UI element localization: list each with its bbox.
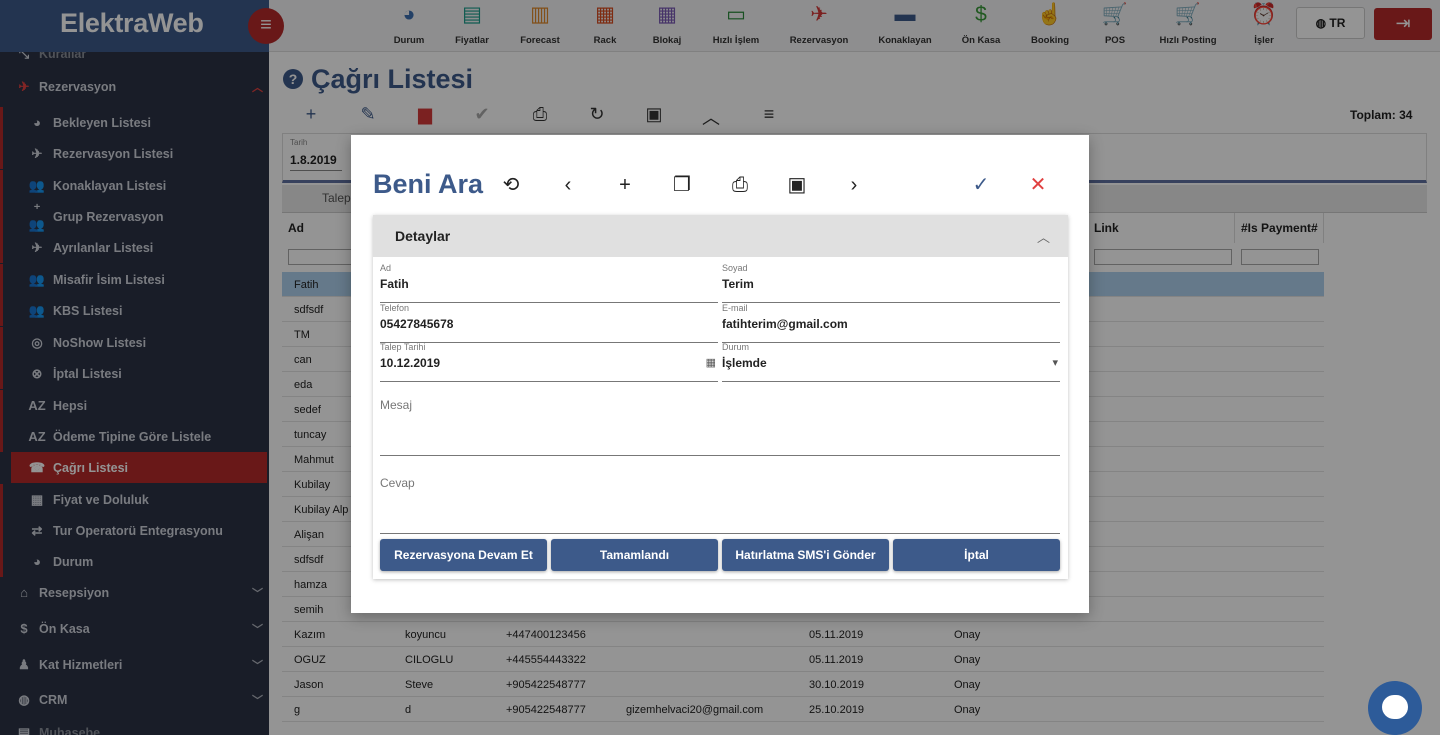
call-request-dialog: Beni Ara ⟲ ‹ + ❐ ⎙ ▣ › ✓ ✕ Detaylar ︿ Ad F… xyxy=(351,135,1089,613)
ad-field[interactable]: Ad Fatih xyxy=(380,263,718,303)
chevron-left-icon[interactable]: ‹ xyxy=(554,173,582,197)
mesaj-textarea[interactable]: Mesaj xyxy=(380,394,1060,456)
confirm-icon[interactable]: ✓ xyxy=(967,173,995,197)
continue-reservation-button[interactable]: Rezervasyona Devam Et xyxy=(380,539,547,571)
telefon-field[interactable]: Telefon 05427845678 xyxy=(380,303,718,343)
print-icon[interactable]: ⎙ xyxy=(726,173,754,197)
talep-tarihi-field[interactable]: Talep Tarihi 10.12.2019 ▦ xyxy=(380,342,718,382)
chat-bubble-icon xyxy=(1382,695,1408,719)
soyad-field[interactable]: Soyad Terim xyxy=(722,263,1060,303)
durum-select[interactable]: Durum İşlemde ▾ xyxy=(722,342,1060,382)
complete-button[interactable]: Tamamlandı xyxy=(551,539,718,571)
calendar-icon[interactable]: ▦ xyxy=(706,356,716,369)
send-sms-reminder-button[interactable]: Hatırlatma SMS'i Gönder xyxy=(722,539,889,571)
close-icon[interactable]: ✕ xyxy=(1024,173,1052,197)
save-icon[interactable]: ▣ xyxy=(783,173,811,197)
history-icon[interactable]: ⟲ xyxy=(497,173,525,197)
cevap-textarea[interactable]: Cevap xyxy=(380,472,1060,534)
dialog-title: Beni Ara xyxy=(373,169,484,199)
details-panel: Detaylar ︿ Ad Fatih Soyad Terim Telefon 0542… xyxy=(373,215,1068,579)
chat-button[interactable] xyxy=(1368,681,1422,735)
dropdown-arrow-icon: ▾ xyxy=(1052,357,1058,369)
chevron-up-icon[interactable]: ︿ xyxy=(1037,227,1050,246)
chevron-right-icon[interactable]: › xyxy=(840,173,868,197)
copy-icon[interactable]: ❐ xyxy=(668,173,696,197)
details-header[interactable]: Detaylar ︿ xyxy=(373,215,1068,257)
add-icon[interactable]: + xyxy=(611,173,639,197)
cancel-button[interactable]: İptal xyxy=(893,539,1060,571)
email-field[interactable]: E-mail fatihterim@gmail.com xyxy=(722,303,1060,343)
